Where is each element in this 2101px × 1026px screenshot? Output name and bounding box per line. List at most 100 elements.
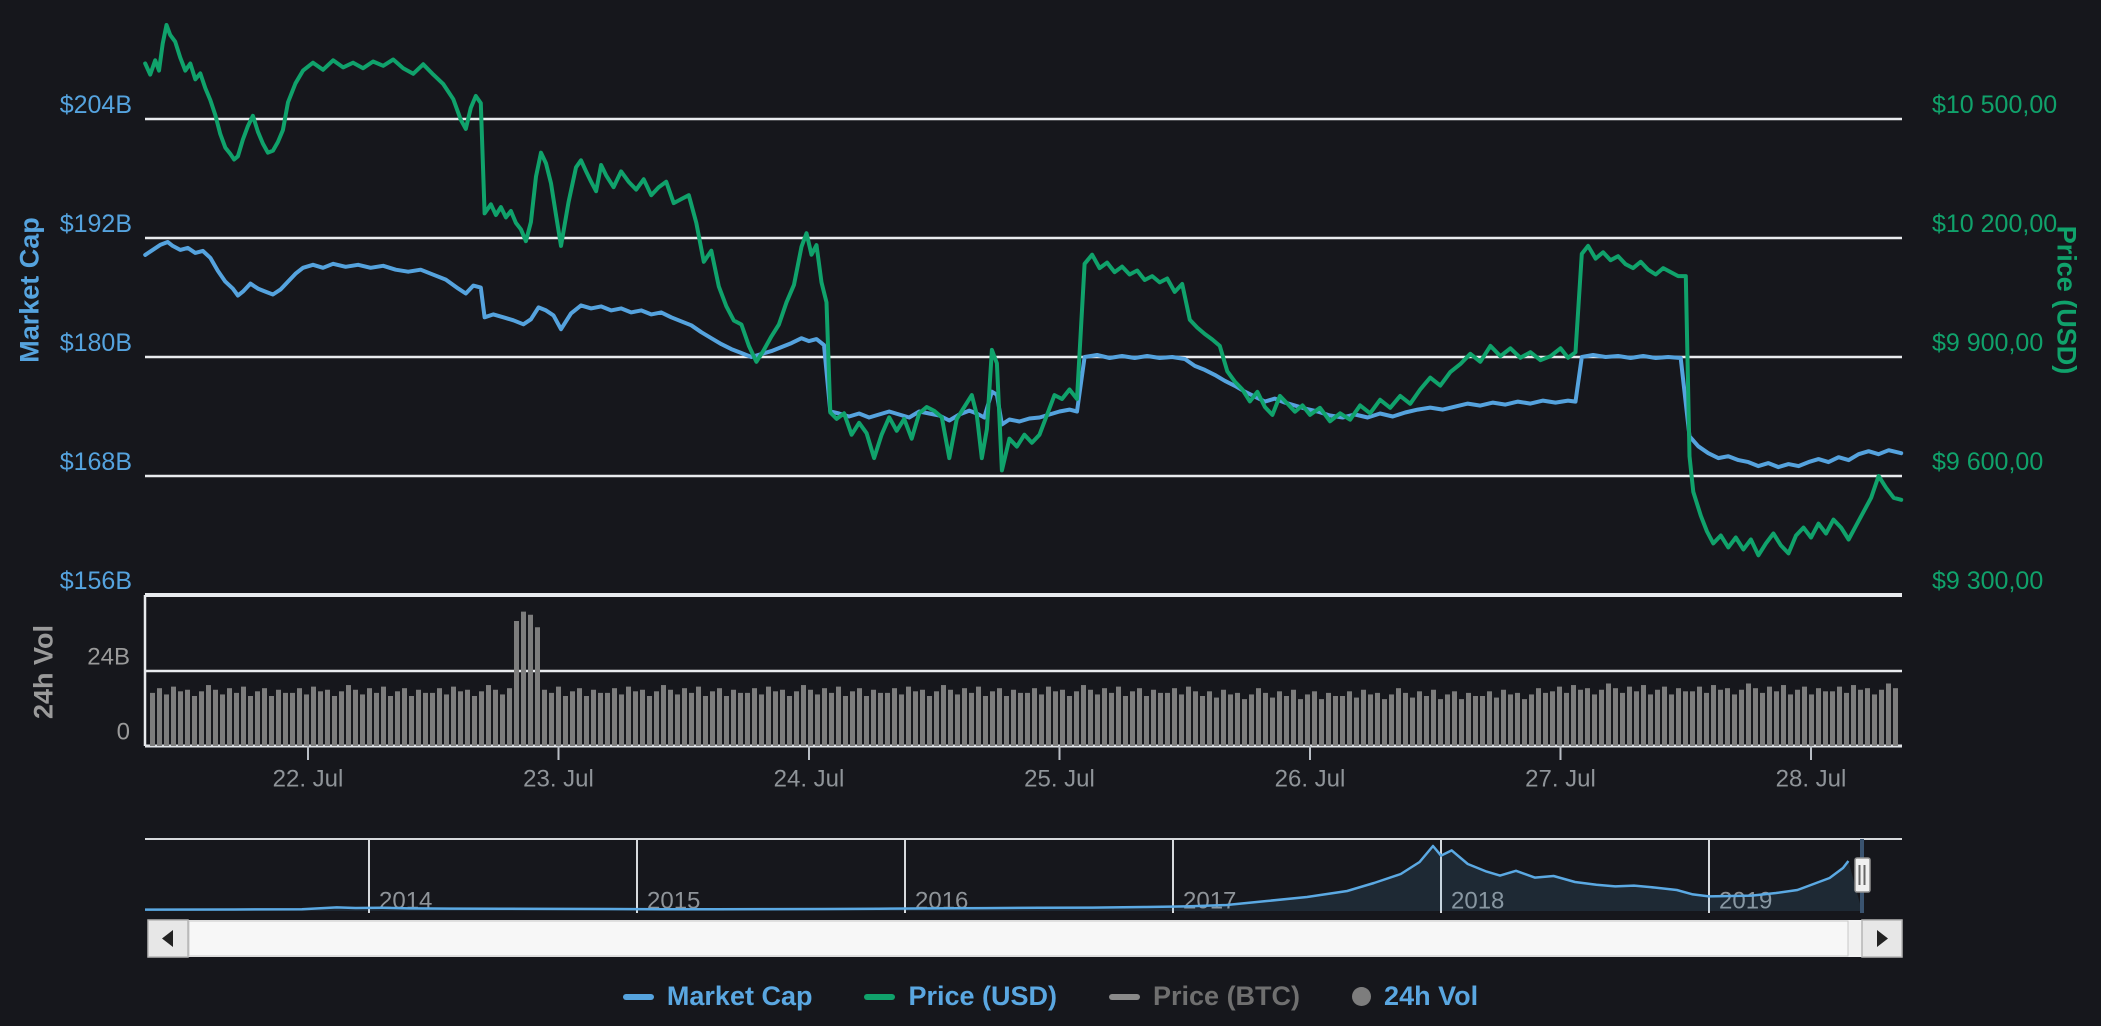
volume-bar — [948, 690, 953, 746]
volume-bar — [1830, 691, 1835, 746]
volume-bar — [1235, 693, 1240, 746]
volume-bar — [430, 693, 435, 746]
volume-bar — [1312, 691, 1317, 746]
volume-bar — [395, 691, 400, 746]
volume-bar — [1487, 691, 1492, 746]
volume-bar — [598, 693, 603, 746]
volume-bar — [1676, 688, 1681, 746]
legend-item-market-cap[interactable]: Market Cap — [623, 981, 813, 1012]
volume-bar — [1662, 687, 1667, 746]
volume-bar — [1067, 696, 1072, 746]
volume-bar — [514, 621, 519, 746]
left-axis-label: $156B — [60, 567, 132, 595]
navigator-resize-handle[interactable] — [1855, 858, 1870, 892]
volume-bar — [710, 691, 715, 746]
volume-bar — [1515, 693, 1520, 746]
volume-bar — [920, 690, 925, 746]
volume-bar — [1144, 696, 1149, 746]
volume-bar — [1004, 696, 1009, 746]
left-axis-label: $180B — [60, 329, 132, 357]
volume-bar — [1816, 688, 1821, 746]
volume-bar — [1837, 687, 1842, 746]
volume-bar — [178, 691, 183, 746]
volume-bar — [444, 694, 449, 746]
volume-bar — [1165, 693, 1170, 746]
legend-item-24h-vol[interactable]: 24h Vol — [1352, 981, 1478, 1012]
volume-bar — [206, 685, 211, 746]
volume-bar — [647, 696, 652, 746]
volume-bar — [724, 696, 729, 746]
volume-bar — [591, 690, 596, 746]
volume-bar — [1389, 694, 1394, 746]
volume-bar — [787, 696, 792, 746]
line-marker-icon — [623, 994, 654, 1000]
right-axis-label: $9 300,00 — [1932, 567, 2043, 595]
volume-bar — [1753, 688, 1758, 746]
volume-bar — [255, 691, 260, 746]
volume-bar — [1109, 693, 1114, 746]
volume-bar — [1648, 694, 1653, 746]
volume-bar — [1599, 690, 1604, 746]
scrollbar-thumb[interactable] — [189, 921, 1848, 956]
volume-bar — [773, 691, 778, 746]
volume-bar — [1795, 690, 1800, 746]
volume-bar — [696, 687, 701, 746]
line-marker-icon — [864, 994, 895, 1000]
volume-bar — [374, 693, 379, 746]
volume-bar — [843, 696, 848, 746]
volume-bar — [1417, 691, 1422, 746]
volume-bar — [507, 688, 512, 746]
volume-bar — [759, 694, 764, 746]
volume-bar — [675, 694, 680, 746]
volume-bar — [185, 690, 190, 746]
volume-bar — [353, 690, 358, 746]
chart-canvas[interactable]: 22. Jul23. Jul24. Jul25. Jul26. Jul27. J… — [0, 0, 2101, 1026]
volume-bar — [1221, 690, 1226, 746]
volume-bar — [1340, 696, 1345, 746]
volume-bar — [1655, 690, 1660, 746]
volume-bar — [262, 688, 267, 746]
volume-bar — [990, 691, 995, 746]
volume-bar — [1046, 687, 1051, 746]
volume-bar — [836, 687, 841, 746]
volume-bar — [304, 694, 309, 746]
legend-item-price-btc-[interactable]: Price (BTC) — [1109, 981, 1300, 1012]
x-axis-label: 28. Jul — [1776, 766, 1847, 793]
volume-axis-label: 24B — [87, 644, 130, 671]
volume-bar — [1270, 698, 1275, 746]
volume-bar — [1382, 699, 1387, 746]
volume-bar — [1767, 687, 1772, 746]
circle-marker-icon — [1352, 987, 1371, 1006]
right-axis-title: Price (USD) — [2051, 226, 2082, 375]
volume-bar — [612, 688, 617, 746]
volume-bar — [1011, 690, 1016, 746]
volume-bar — [1123, 696, 1128, 746]
volume-bar — [1032, 688, 1037, 746]
volume-bar — [1844, 693, 1849, 746]
volume-bar — [276, 690, 281, 746]
volume-bar — [1760, 693, 1765, 746]
volume-bar — [857, 688, 862, 746]
volume-axis-title: 24h Vol — [29, 625, 60, 719]
right-axis-label: $9 600,00 — [1932, 448, 2043, 476]
volume-bar — [801, 685, 806, 746]
volume-bar — [241, 687, 246, 746]
volume-bar — [1095, 694, 1100, 746]
legend-item-price-usd-[interactable]: Price (USD) — [864, 981, 1057, 1012]
volume-bar — [1396, 688, 1401, 746]
volume-bar — [1557, 687, 1562, 746]
volume-bar — [1116, 687, 1121, 746]
volume-bar — [605, 693, 610, 746]
volume-bar — [1872, 694, 1877, 746]
volume-bar — [829, 693, 834, 746]
x-axis-label: 23. Jul — [523, 766, 594, 793]
volume-bar — [451, 687, 456, 746]
volume-bar — [1438, 699, 1443, 746]
left-axis-title: Market Cap — [15, 217, 46, 363]
volume-axis-label: 0 — [117, 719, 130, 746]
volume-bar — [367, 688, 372, 746]
volume-bar — [1494, 698, 1499, 746]
volume-bar — [1298, 699, 1303, 746]
volume-bar — [633, 691, 638, 746]
volume-bar — [1627, 687, 1632, 746]
